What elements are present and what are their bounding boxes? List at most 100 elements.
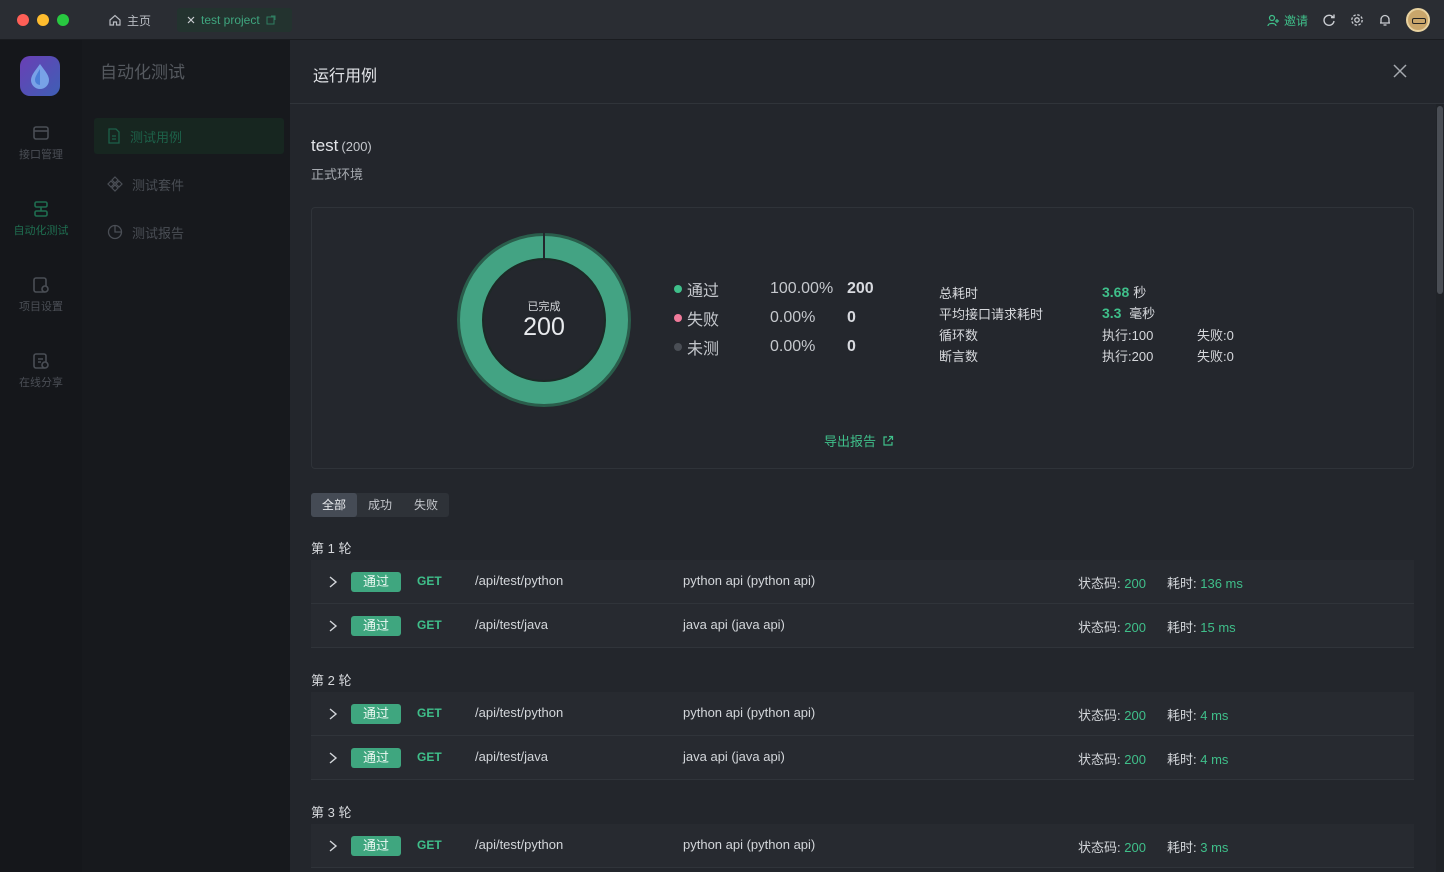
project-name: test [311, 136, 339, 155]
elapsed-time-label: 耗时: [1167, 840, 1197, 855]
avg-time-number: 3.3 [1102, 305, 1122, 321]
tab-project[interactable]: test project [177, 8, 292, 32]
status-code-value: 200 [1124, 840, 1146, 855]
title-bar: 主页 test project 邀请 [0, 0, 1444, 40]
api-description: python api (python api) [683, 705, 816, 720]
api-path: /api/test/python [475, 837, 564, 852]
elapsed-time-value: 136 ms [1200, 576, 1243, 591]
maximize-window-button[interactable] [57, 14, 69, 26]
legend-pct: 0.00% [770, 338, 816, 355]
round-title: 第 1 轮 [311, 541, 352, 556]
round-title: 第 2 轮 [311, 673, 352, 688]
result-row[interactable]: 通过 GET /api/test/python python api (pyth… [311, 692, 1414, 736]
gear-icon[interactable] [1350, 13, 1364, 27]
sidebar-item-test-reports[interactable]: 测试报告 [94, 214, 284, 250]
summary-card: 已完成 200 通过 100.00% 200 失败 0.00% 0 未测 0.0… [311, 207, 1414, 469]
status-code: 状态码: 200 [1078, 837, 1146, 856]
filter-fail-button[interactable]: 失败 [403, 493, 449, 517]
rail-item-project-settings[interactable]: 项目设置 [0, 276, 82, 314]
sidebar-item-label: 测试用例 [130, 129, 183, 145]
chevron-right-icon[interactable] [328, 707, 338, 721]
chevron-right-icon[interactable] [328, 575, 338, 589]
total-time-value: 3.68 秒 [1102, 282, 1146, 301]
open-external-icon [266, 15, 276, 25]
rail-item-label: 项目设置 [19, 301, 63, 313]
tab-home[interactable]: 主页 [108, 10, 151, 30]
minimize-window-button[interactable] [37, 14, 49, 26]
status-badge: 通过 [351, 836, 401, 856]
legend-num: 0 [847, 338, 856, 355]
donut-total: 200 [523, 313, 565, 341]
avatar[interactable] [1406, 8, 1430, 32]
scrollbar[interactable] [1436, 104, 1444, 872]
invite-button[interactable]: 邀请 [1267, 12, 1308, 29]
chevron-right-icon[interactable] [328, 839, 338, 853]
legend-untested: 未测 0.00% 0 [674, 336, 856, 358]
elapsed-time: 耗时: 136 ms [1167, 573, 1243, 592]
status-code-label: 状态码: [1078, 708, 1121, 723]
rail-item-api[interactable]: 接口管理 [0, 124, 82, 162]
api-description: java api (java api) [683, 749, 785, 764]
left-rail: 接口管理 自动化测试 项目设置 在线分享 [0, 40, 82, 872]
elapsed-time: 耗时: 3 ms [1167, 837, 1228, 856]
elapsed-time-value: 3 ms [1200, 840, 1229, 855]
status-code-value: 200 [1124, 576, 1146, 591]
method-label: GET [417, 618, 442, 632]
run-cases-drawer: 运行用例 test (200) 正式环境 已完成 200 通过 100.00% 2… [290, 40, 1444, 872]
scrollbar-thumb[interactable] [1437, 106, 1443, 294]
automation-icon [34, 201, 48, 217]
legend-num: 200 [847, 280, 874, 297]
close-icon[interactable] [1393, 64, 1407, 78]
filter-all-button[interactable]: 全部 [311, 493, 358, 517]
api-icon [33, 126, 49, 140]
legend-num: 0 [847, 309, 856, 326]
close-tab-icon[interactable] [187, 16, 195, 24]
legend-pass: 通过 100.00% 200 [674, 278, 874, 300]
method-label: GET [417, 706, 442, 720]
rail-item-share[interactable]: 在线分享 [0, 352, 82, 390]
assert-fail: 失败:0 [1197, 349, 1234, 364]
sidebar-item-label: 测试报告 [132, 225, 185, 241]
pie-chart-icon [107, 224, 123, 240]
environment-label: 正式环境 [311, 167, 364, 182]
legend-name: 未测 [687, 341, 720, 358]
tab-project-label: test project [201, 13, 260, 27]
status-badge: 通过 [351, 572, 401, 592]
sync-icon[interactable] [1322, 13, 1336, 27]
export-report-link[interactable]: 导出报告 [824, 431, 894, 450]
elapsed-time-value: 4 ms [1200, 752, 1229, 767]
close-window-button[interactable] [17, 14, 29, 26]
add-user-icon [1267, 14, 1279, 26]
elapsed-time-value: 15 ms [1200, 620, 1236, 635]
document-icon [108, 128, 120, 144]
invite-label: 邀请 [1283, 13, 1308, 28]
project-settings-icon [33, 277, 49, 293]
status-badge: 通过 [351, 616, 401, 636]
assert-label: 断言数 [939, 349, 979, 364]
status-code: 状态码: 200 [1078, 705, 1146, 724]
rail-item-automation[interactable]: 自动化测试 [0, 200, 82, 238]
status-code: 状态码: 200 [1078, 617, 1146, 636]
elapsed-time-value: 4 ms [1200, 708, 1229, 723]
elapsed-time: 耗时: 4 ms [1167, 705, 1228, 724]
result-row[interactable]: 通过 GET /api/test/java java api (java api… [311, 736, 1414, 780]
bell-icon[interactable] [1378, 13, 1392, 27]
result-row[interactable]: 通过 GET /api/test/python python api (pyth… [311, 824, 1414, 868]
titlebar-actions: 邀请 [1267, 8, 1430, 32]
status-code-label: 状态码: [1078, 576, 1121, 591]
app-logo[interactable] [20, 56, 60, 96]
result-row[interactable]: 通过 GET /api/test/java java api (java api… [311, 604, 1414, 648]
sidebar-item-test-cases[interactable]: 测试用例 [94, 118, 284, 154]
status-code-value: 200 [1124, 752, 1146, 767]
pass-dot [674, 285, 682, 293]
chevron-right-icon[interactable] [328, 619, 338, 633]
api-description: java api (java api) [683, 617, 785, 632]
loops-label: 循环数 [939, 328, 979, 343]
status-code-label: 状态码: [1078, 840, 1121, 855]
total-time-number: 3.68 [1102, 284, 1130, 300]
result-row[interactable]: 通过 GET /api/test/python python api (pyth… [311, 560, 1414, 604]
filter-success-button[interactable]: 成功 [357, 493, 403, 517]
drawer-header: 运行用例 [290, 40, 1444, 104]
chevron-right-icon[interactable] [328, 751, 338, 765]
sidebar-item-test-suites[interactable]: 测试套件 [94, 166, 284, 202]
